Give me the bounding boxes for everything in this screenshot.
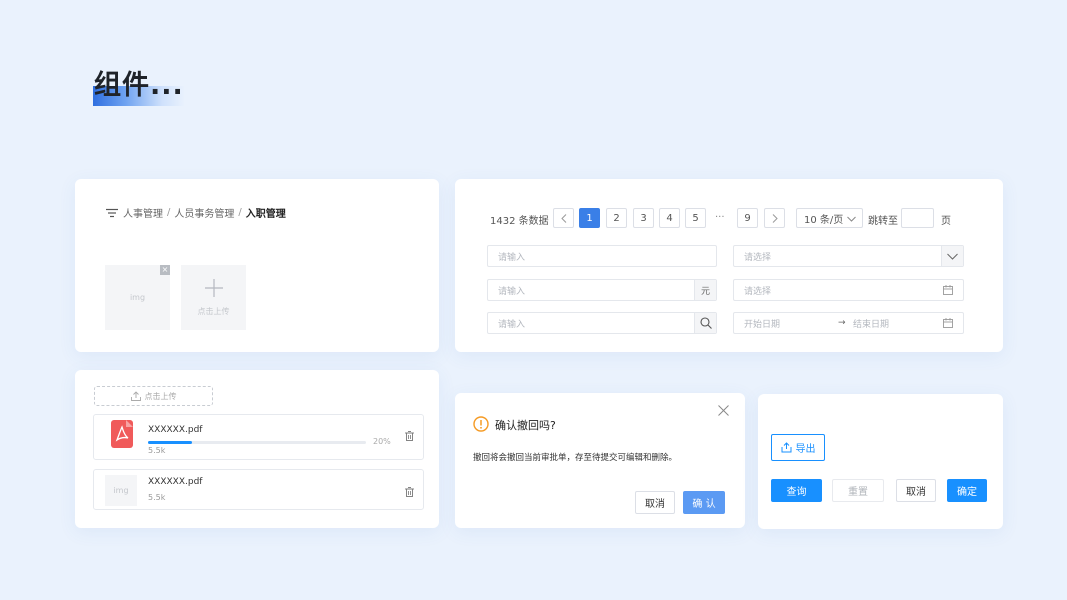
add-image-label: 点击上传	[197, 307, 230, 316]
dialog-cancel-button[interactable]: 取消	[635, 491, 675, 514]
remove-image-button[interactable]: ×	[160, 265, 170, 275]
upload-icon	[130, 391, 141, 401]
plus-icon	[204, 279, 223, 297]
breadcrumb-card: 人事管理 / 人员事务管理 / 入职管理 img × 点击上传	[75, 179, 439, 352]
page-button[interactable]: 2	[606, 208, 627, 228]
export-button[interactable]: 导出	[771, 434, 825, 461]
breadcrumb: 人事管理 / 人员事务管理 / 入职管理	[106, 205, 286, 220]
close-icon[interactable]	[718, 405, 729, 416]
date-placeholder: 请选择	[744, 286, 772, 297]
jump-label: 跳转至	[868, 216, 898, 227]
file-name: XXXXXX.pdf	[148, 425, 203, 435]
currency-suffix: 元	[694, 280, 716, 300]
add-image-button[interactable]: 点击上传	[181, 265, 246, 330]
breadcrumb-separator: /	[238, 207, 242, 218]
range-arrow: →	[838, 318, 846, 328]
page-button[interactable]: 9	[737, 208, 758, 228]
date-range-picker[interactable]: 开始日期 → 结束日期	[733, 312, 964, 334]
file-thumbnail: img	[105, 475, 137, 506]
range-end-placeholder: 结束日期	[853, 319, 890, 330]
select-dropdown-button[interactable]	[941, 246, 963, 266]
pdf-icon	[111, 420, 133, 448]
chevron-left-icon	[560, 213, 566, 223]
chevron-down-icon	[847, 216, 856, 222]
range-start-placeholder: 开始日期	[744, 319, 781, 330]
calendar-icon	[943, 318, 953, 328]
warning-icon	[473, 416, 489, 432]
file-upload-label: 点击上传	[144, 391, 177, 401]
next-page-button[interactable]	[764, 208, 785, 228]
page-button[interactable]: 4	[659, 208, 680, 228]
date-picker[interactable]: 请选择	[733, 279, 964, 301]
page-button[interactable]: 3	[633, 208, 654, 228]
breadcrumb-separator: /	[167, 207, 171, 218]
delete-icon[interactable]	[405, 431, 414, 441]
search-input[interactable]: 请输入	[487, 312, 717, 334]
text-input-placeholder: 请输入	[498, 252, 526, 263]
file-upload-button[interactable]: 点击上传	[94, 386, 213, 406]
reset-button[interactable]: 重置	[832, 479, 884, 502]
chevron-down-icon	[947, 253, 958, 260]
page-button[interactable]: 5	[685, 208, 706, 228]
file-size: 5.5k	[148, 446, 166, 455]
export-label: 导出	[795, 444, 816, 455]
page-button[interactable]: 1	[579, 208, 600, 228]
search-button[interactable]	[694, 313, 716, 333]
buttons-card	[758, 394, 1003, 529]
select-input[interactable]: 请选择	[733, 245, 964, 267]
page-size-value: 10 条/页	[804, 214, 844, 226]
select-placeholder: 请选择	[744, 252, 772, 263]
dialog-title: 确认撤回吗?	[495, 419, 556, 432]
pdf-glyph	[115, 420, 133, 442]
search-icon	[699, 317, 712, 329]
calendar-icon	[943, 285, 953, 295]
cancel-button[interactable]: 取消	[896, 479, 936, 502]
upload-progress-text: 20%	[373, 437, 391, 446]
upload-progress-track	[148, 441, 366, 444]
file-size: 5.5k	[148, 493, 166, 502]
delete-icon[interactable]	[405, 487, 414, 497]
page-unit-label: 页	[941, 216, 951, 227]
upload-progress-fill	[148, 441, 192, 444]
query-button[interactable]: 查询	[771, 479, 822, 502]
file-list-item: img XXXXXX.pdf 5.5k	[93, 469, 424, 510]
ok-button[interactable]: 确定	[947, 479, 987, 502]
breadcrumb-current: 入职管理	[245, 209, 286, 220]
jump-page-input[interactable]	[901, 208, 934, 228]
export-icon	[781, 442, 791, 453]
dialog-confirm-button[interactable]: 确 认	[683, 491, 725, 514]
page-title: 组件...	[94, 70, 184, 101]
amount-input[interactable]: 请输入 元	[487, 279, 717, 301]
page-size-select[interactable]: 10 条/页	[796, 208, 863, 228]
file-thumbnail-label: img	[113, 486, 129, 495]
pagination-ellipsis[interactable]: ···	[715, 212, 725, 223]
chevron-right-icon	[772, 213, 778, 223]
file-name: XXXXXX.pdf	[148, 477, 203, 487]
pagination-total: 1432 条数据	[490, 216, 549, 227]
thumbnail-label: img	[129, 293, 146, 302]
file-list-item: XXXXXX.pdf 20% 5.5k	[93, 414, 424, 460]
amount-placeholder: 请输入	[498, 286, 526, 297]
text-input[interactable]: 请输入	[487, 245, 717, 267]
search-placeholder: 请输入	[498, 319, 526, 330]
dialog-body: 撤回将会撤回当前审批单，存至待提交可编辑和删除。	[473, 453, 678, 463]
prev-page-button[interactable]	[553, 208, 574, 228]
filter-icon	[106, 208, 118, 217]
breadcrumb-item[interactable]: 人事管理	[123, 205, 163, 220]
breadcrumb-item[interactable]: 人员事务管理	[174, 205, 234, 220]
